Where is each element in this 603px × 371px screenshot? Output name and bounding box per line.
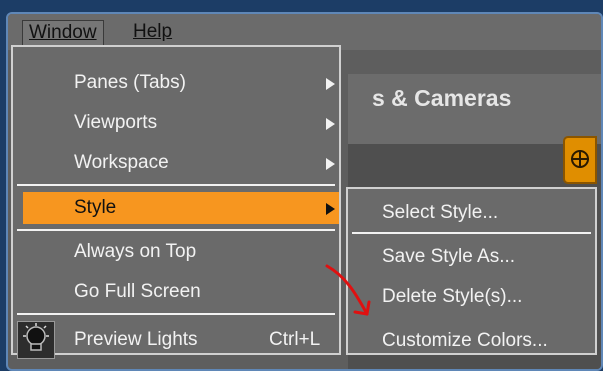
menu-item-label: Workspace: [74, 152, 169, 173]
submenu-arrow-icon: [326, 78, 335, 90]
menu-item-label: Preview Lights: [74, 329, 198, 350]
menu-item-label: Viewports: [74, 112, 158, 133]
menu-item-always-on-top[interactable]: Always on Top: [13, 236, 339, 268]
submenu-item-save-style[interactable]: Save Style As...: [348, 241, 595, 273]
menu-separator: [17, 229, 335, 231]
lightbulb-icon: [17, 321, 55, 359]
menu-item-preview-lights[interactable]: Preview Lights Ctrl+L: [13, 321, 339, 359]
submenu-separator: [352, 232, 591, 234]
crosshair-icon[interactable]: [563, 136, 597, 184]
submenu-item-label: Delete Style(s)...: [382, 286, 523, 307]
submenu-item-customize-colors[interactable]: Customize Colors...: [348, 325, 595, 357]
menu-item-label: Go Full Screen: [74, 281, 201, 302]
menu-item-full-screen[interactable]: Go Full Screen: [13, 276, 339, 308]
submenu-item-select-style[interactable]: Select Style...: [348, 197, 595, 229]
submenu-arrow-icon: [326, 158, 335, 170]
menu-help[interactable]: Help: [127, 20, 178, 44]
submenu-item-label: Save Style As...: [382, 246, 516, 267]
menu-window[interactable]: Window: [22, 20, 104, 46]
app-title: s & Cameras: [372, 85, 512, 111]
annotation-arrow-icon: [325, 264, 371, 316]
menu-item-style[interactable]: Style: [23, 192, 339, 224]
menu-item-workspace[interactable]: Workspace: [13, 147, 339, 179]
menu-item-label: Panes (Tabs): [74, 72, 186, 93]
menu-separator: [17, 313, 335, 315]
menu-item-panes[interactable]: Panes (Tabs): [13, 67, 339, 99]
submenu-arrow-icon: [326, 118, 335, 130]
window-menu: Panes (Tabs) Viewports Workspace Style A…: [11, 45, 341, 359]
menu-window-label: Window: [29, 22, 97, 43]
menu-item-label: Always on Top: [74, 241, 197, 262]
menu-item-label: Style: [74, 197, 117, 218]
menu-item-viewports[interactable]: Viewports: [13, 107, 339, 139]
menu-help-label: Help: [133, 21, 173, 42]
menu-separator: [17, 184, 335, 186]
submenu-arrow-icon: [326, 203, 335, 215]
submenu-item-label: Customize Colors...: [382, 330, 548, 351]
submenu-item-delete-style[interactable]: Delete Style(s)...: [348, 281, 595, 313]
submenu-item-label: Select Style...: [382, 202, 499, 223]
shortcut-label: Ctrl+L: [269, 329, 321, 350]
